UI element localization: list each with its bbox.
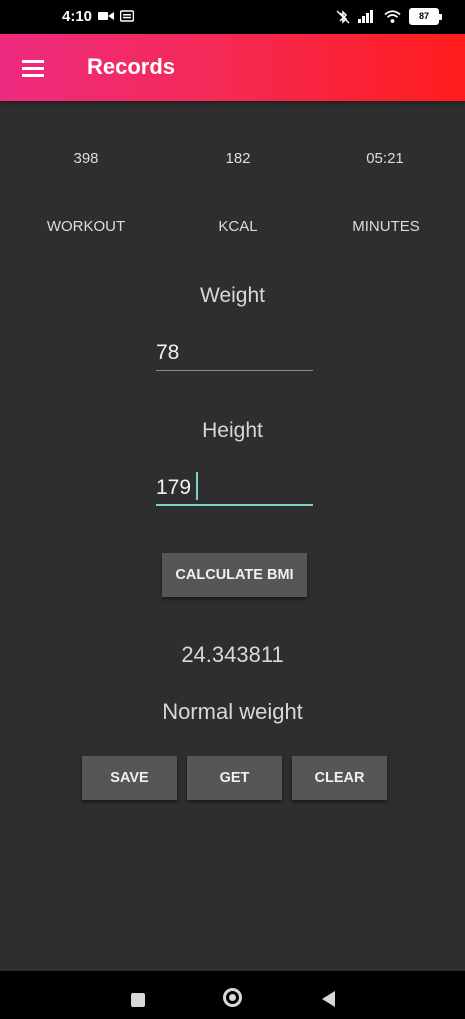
save-button[interactable]: SAVE	[82, 756, 177, 800]
app-screen: 4:10 87 Records 398 182 05:21 WORKOUT KC…	[0, 0, 465, 1019]
get-button[interactable]: GET	[187, 756, 282, 800]
wifi-icon	[384, 10, 401, 23]
bmi-value: 24.343811	[181, 642, 284, 667]
kcal-label: KCAL	[218, 218, 258, 235]
height-input-underline	[156, 504, 313, 506]
bluetooth-off-icon	[336, 9, 350, 24]
back-icon[interactable]	[322, 991, 335, 1007]
page-title: Records	[87, 54, 176, 79]
status-time: 4:10	[62, 8, 93, 25]
recents-icon[interactable]	[131, 993, 145, 1007]
video-camera-icon	[98, 12, 114, 20]
system-navigation-bar	[0, 971, 465, 1019]
calculate-bmi-button[interactable]: CALCULATE BMI	[162, 553, 307, 597]
app-bar: Records	[0, 34, 465, 101]
clear-button[interactable]: CLEAR	[292, 756, 387, 800]
height-input[interactable]	[156, 471, 312, 505]
bmi-category: Normal weight	[162, 699, 303, 724]
weight-input-underline	[156, 370, 313, 371]
height-label: Height	[202, 419, 263, 442]
signal-icon	[358, 10, 373, 23]
status-system-icons: 87	[336, 8, 442, 25]
minutes-count: 05:21	[366, 150, 404, 167]
message-icon	[120, 10, 134, 22]
kcal-count: 182	[225, 150, 251, 167]
minutes-label: MINUTES	[352, 218, 420, 235]
battery-icon: 87	[409, 8, 442, 25]
hamburger-menu-icon	[22, 60, 44, 77]
workout-label: WORKOUT	[46, 218, 126, 235]
status-bar: 4:10 87	[0, 0, 465, 34]
text-cursor	[196, 472, 198, 500]
weight-label: Weight	[200, 284, 265, 307]
weight-input[interactable]	[156, 336, 312, 370]
status-notification-icons	[98, 10, 134, 22]
menu-button[interactable]	[18, 52, 50, 84]
home-icon[interactable]	[223, 988, 242, 1007]
workout-count: 398	[73, 150, 99, 167]
